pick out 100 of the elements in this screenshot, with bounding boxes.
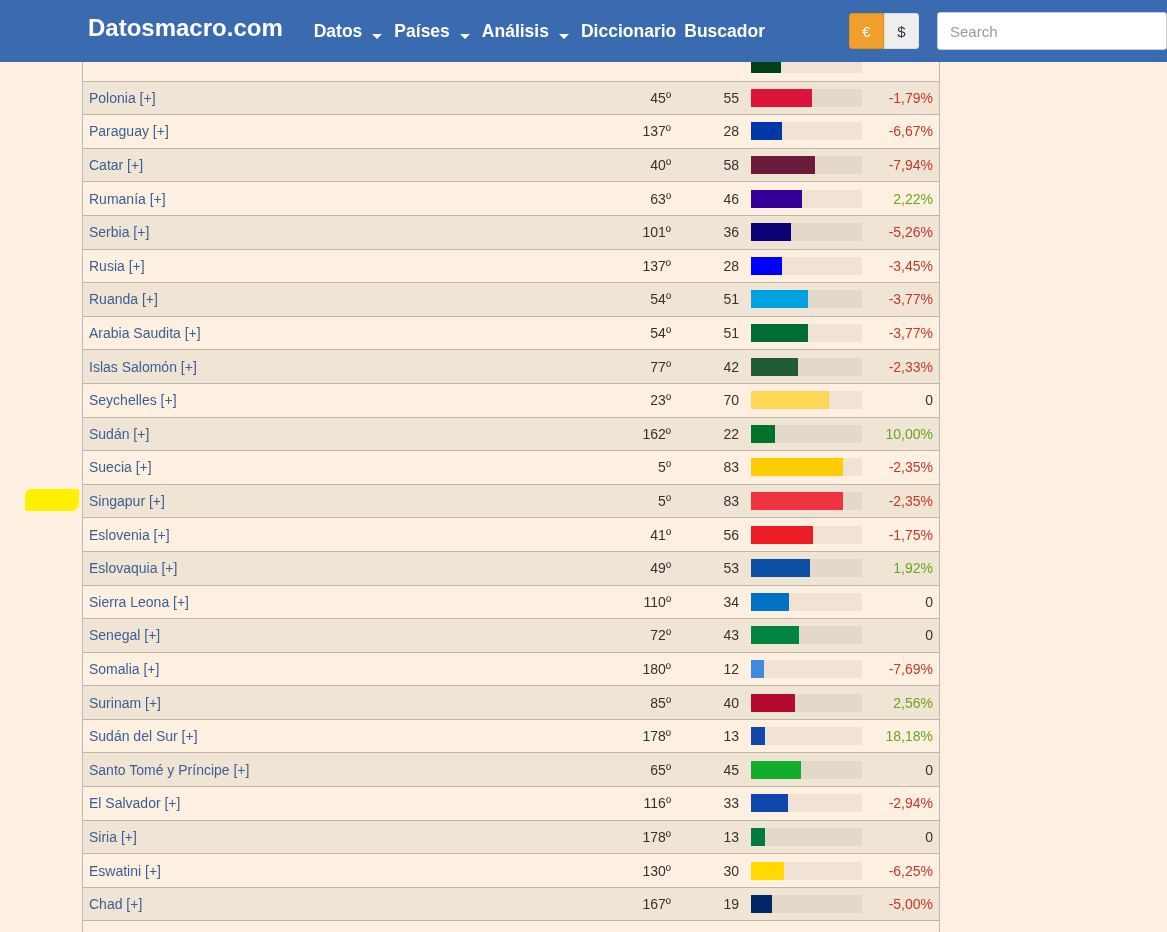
country-link[interactable]: Islas Salomón [+] [83, 358, 569, 375]
score-cell-text: 13 [722, 728, 739, 745]
country-link[interactable]: Sierra Leona [+] [83, 593, 569, 610]
change-cell-text: -6,67% [887, 123, 934, 140]
country-link[interactable]: Somalia [+] [83, 661, 569, 677]
score-cell-text: 40 [722, 694, 739, 711]
rank-cell-text: 5º [657, 493, 671, 509]
score-cell-text: 12 [722, 661, 739, 677]
country-link[interactable]: Catar [+] [83, 157, 569, 174]
country-link[interactable]: Rusia [+] [83, 257, 569, 274]
change-cell-text: -3,45% [887, 257, 934, 274]
country-link[interactable]: Santo Tomé y Príncipe [+] [83, 761, 569, 778]
change-cell-text: 2,22% [892, 190, 934, 207]
rank-cell-text: 130º [641, 862, 671, 879]
change-cell-text: -2,94% [887, 795, 934, 812]
score-cell-text: 13 [722, 828, 739, 845]
nav-link[interactable]: Datos [313, 20, 387, 42]
rank-cell-text: 72º [649, 627, 671, 644]
change-cell-text: 18,18% [884, 728, 934, 745]
rank-cell-text: 54º [649, 291, 671, 308]
rank-cell-text: 41º [649, 526, 671, 543]
score-cell-text: 28 [722, 257, 739, 274]
change-cell-text: -1,79% [887, 89, 934, 106]
score-cell-text: 53 [722, 560, 739, 577]
change-cell-text: 0 [924, 627, 934, 644]
score-cell-text: 36 [722, 224, 739, 241]
country-link[interactable]: Rumanía [+] [83, 190, 569, 207]
country-link[interactable]: Eslovaquia [+] [83, 560, 569, 577]
search-field[interactable]: Search [937, 12, 1167, 50]
change-cell-text: -2,35% [887, 493, 934, 509]
score-cell-text: 30 [722, 862, 739, 879]
country-link[interactable]: Paraguay [+] [83, 123, 569, 140]
score-cell-text: 19 [722, 896, 739, 913]
country-link[interactable]: Eswatini [+] [83, 862, 569, 879]
nav-link[interactable]: Diccionario [580, 20, 677, 42]
score-cell-text: 83 [722, 493, 739, 509]
change-cell-text: -3,77% [887, 325, 934, 342]
country-link[interactable]: El Salvador [+] [83, 795, 569, 812]
score-cell-text: 45 [722, 761, 739, 778]
score-cell-text: 51 [722, 291, 739, 308]
rank-cell-text: 178º [641, 828, 671, 845]
country-link[interactable]: Surinam [+] [83, 694, 569, 711]
country-link[interactable]: Sudán del Sur [+] [83, 728, 569, 745]
change-cell-text: 1,92% [892, 560, 934, 577]
currency-button[interactable]: $ [884, 13, 919, 49]
score-cell-text: 43 [722, 627, 739, 644]
country-link[interactable]: Senegal [+] [83, 627, 569, 644]
site-logo[interactable]: Datosmacro.com [88, 14, 283, 42]
change-cell-text: -7,69% [887, 661, 934, 677]
rank-cell-text: 45º [649, 89, 671, 106]
rank-cell-text: 110º [642, 593, 671, 610]
change-cell-text: 10,00% [884, 425, 934, 442]
score-cell-text: 28 [722, 123, 739, 140]
rank-cell-text: 101º [641, 224, 671, 241]
change-cell-text: -5,26% [887, 224, 934, 241]
change-cell-text: -7,94% [887, 157, 934, 174]
rank-cell-text: 65º [649, 761, 671, 778]
rank-cell-text: 137º [641, 123, 671, 140]
country-link[interactable]: Siria [+] [83, 828, 569, 845]
score-cell-text: 83 [722, 459, 739, 476]
score-cell-text: 42 [722, 358, 739, 375]
country-link[interactable]: Serbia [+] [83, 224, 569, 241]
nav-link[interactable]: Buscador [684, 20, 765, 42]
rank-cell-text: 167º [641, 896, 671, 913]
change-cell-text: -1,75% [887, 526, 934, 543]
rank-cell-text: 23º [649, 392, 671, 409]
rank-cell-text: 49º [649, 560, 671, 577]
score-cell-text: 55 [722, 89, 739, 106]
score-cell-text: 33 [722, 795, 739, 812]
rank-cell-text: 178º [641, 728, 671, 745]
rank-cell-text: 85º [649, 694, 671, 711]
rank-cell-text: 180º [641, 661, 671, 677]
country-link[interactable]: Eslovenia [+] [83, 526, 569, 543]
nav-link[interactable]: Países [394, 20, 474, 42]
country-link[interactable]: Suecia [+] [83, 459, 569, 476]
country-link[interactable]: Ruanda [+] [83, 291, 569, 308]
rank-cell-text: 162º [641, 425, 671, 442]
rank-cell-text: 116º [642, 795, 671, 812]
country-link[interactable]: Chad [+] [83, 896, 569, 913]
country-link[interactable]: Arabia Saudita [+] [83, 325, 569, 342]
country-link[interactable]: Singapur [+] [83, 493, 569, 509]
score-cell-text: 34 [722, 593, 739, 610]
rank-cell-text: 137º [641, 257, 671, 274]
score-cell-text: 56 [722, 526, 739, 543]
country-link[interactable]: Seychelles [+] [83, 392, 569, 409]
score-cell-text: 22 [722, 425, 739, 442]
score-cell-text: 58 [722, 157, 739, 174]
change-cell-text: -6,25% [887, 862, 934, 879]
rank-cell-text: 63º [649, 190, 671, 207]
country-link[interactable]: Sudán [+] [83, 425, 569, 442]
rank-cell-text: 77º [649, 358, 671, 375]
score-cell-text: 51 [722, 325, 739, 342]
rank-cell-text: 54º [649, 325, 671, 342]
change-cell-text: 0 [924, 828, 934, 845]
nav-link[interactable]: Análisis [481, 20, 573, 42]
change-cell-text: 2,56% [892, 694, 934, 711]
rank-cell-text: 40º [649, 157, 671, 174]
country-link[interactable]: Polonia [+] [83, 89, 569, 106]
change-cell-text: 0 [924, 761, 934, 778]
change-cell-text: -2,35% [887, 459, 934, 476]
